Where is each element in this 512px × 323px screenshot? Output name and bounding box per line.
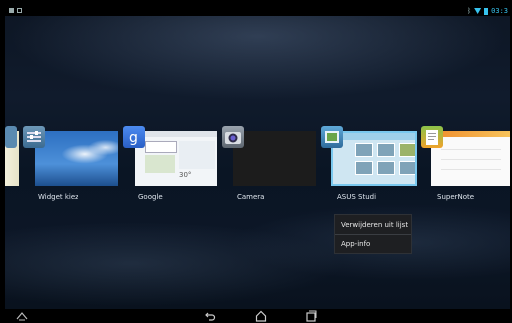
menu-divider [335,234,411,235]
recent-app-label: ASUS Studi [337,193,377,201]
svg-text:g: g [129,130,138,146]
tablet-screen: ᛒ 03:3 Widget kiez 30° g Google Camera A… [0,0,512,323]
menu-item-app-info[interactable]: App-info [341,240,370,248]
home-icon[interactable] [254,310,268,322]
app-thumbnail [233,131,316,186]
recent-app-label: Google [138,193,163,201]
screenshot-icon[interactable] [17,8,22,13]
camera-icon [222,126,244,148]
back-icon[interactable] [203,310,217,322]
note-line [441,149,501,150]
gallery-thumb [399,143,415,157]
supernote-icon [421,126,443,148]
google-image [145,155,175,173]
wifi-icon [474,8,482,14]
google-map [179,141,215,169]
status-icons[interactable]: ᛒ 03:3 [467,6,508,16]
menu-item-remove-from-list[interactable]: Verwijderen uit lijst [341,221,408,229]
recent-app-label: Widget kiez [38,193,78,201]
gallery-thumb [355,143,373,157]
app-thumbnail [331,131,417,186]
asus-studio-header [333,133,415,140]
google-icon: g [123,126,145,148]
bluetooth-icon: ᛒ [466,7,472,15]
app-thumbnail: 30° [135,131,217,186]
status-bar: ᛒ 03:3 [5,6,510,16]
asus-studio-icon [321,126,343,148]
asus-menu-icon[interactable] [15,310,29,322]
google-search-box [145,141,177,153]
context-menu: Verwijderen uit lijst App-info [334,214,412,254]
gallery-thumb [399,161,415,175]
gallery-thumb [377,143,395,157]
recent-apps-icon[interactable] [304,310,318,322]
recent-app-card-camera[interactable] [233,131,316,186]
note-line [441,169,501,170]
recent-app-card-widget-kiezer[interactable] [35,131,118,186]
recent-app-card-asus-studio[interactable] [331,131,417,186]
gallery-thumb [377,161,395,175]
recent-app-label: Camera [237,193,265,201]
recent-app-card-google[interactable]: 30° [135,131,217,186]
app-thumbnail [35,131,118,186]
status-time: 03:3 [491,7,508,15]
note-line [441,159,501,160]
widget-app-icon [5,126,17,148]
widget-settings-icon [23,126,45,148]
navigation-bar [5,309,510,323]
recent-app-label: SuperNote l [437,193,475,201]
gallery-thumb [355,161,373,175]
notification-icon[interactable] [9,8,14,13]
battery-icon [484,7,489,15]
google-temperature: 30° [179,171,192,179]
google-search-bar [135,131,217,137]
